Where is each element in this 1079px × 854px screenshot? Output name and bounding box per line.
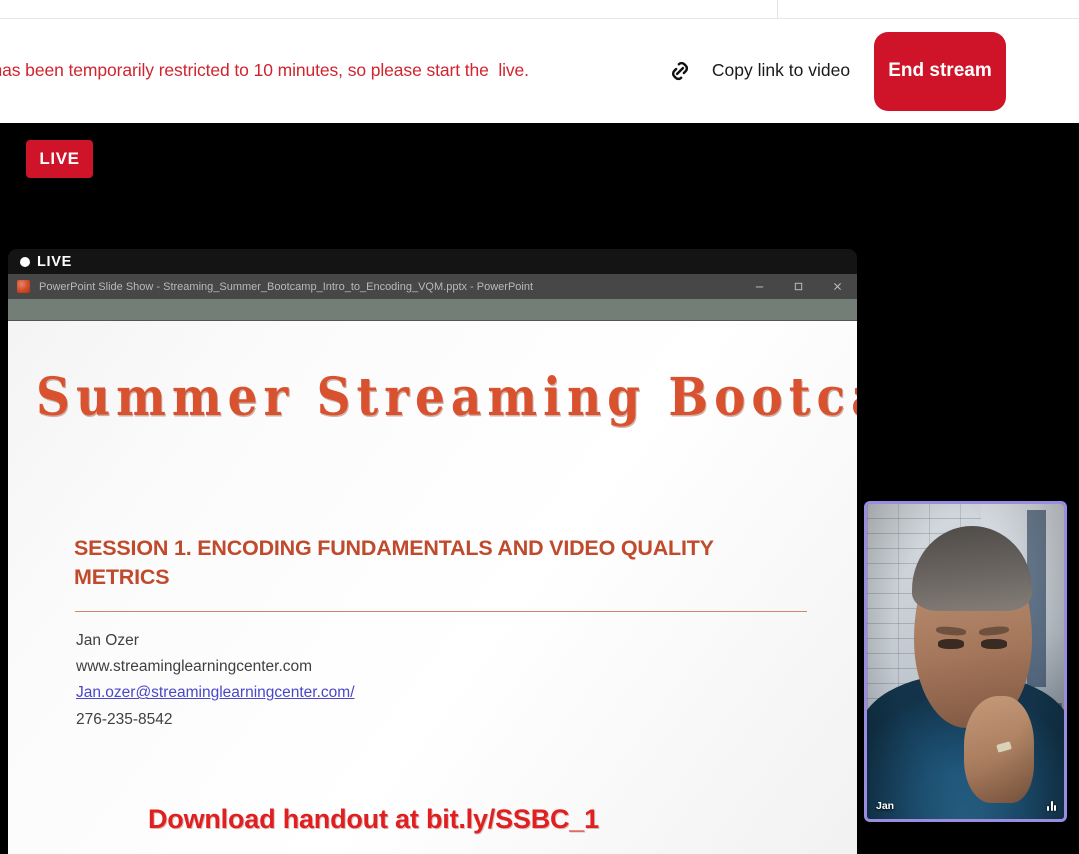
clipped-row-divider	[777, 0, 778, 19]
participant-video-tile[interactable]: Jan	[864, 501, 1067, 822]
slide-divider-rule	[75, 611, 807, 612]
minimize-icon[interactable]	[740, 274, 779, 299]
live-status-badge: LIVE	[26, 140, 93, 178]
participant-name-label: Jan	[876, 800, 895, 812]
live-dot-icon	[20, 256, 30, 267]
shared-screen-live-indicator: LIVE	[8, 249, 857, 274]
restore-icon[interactable]	[779, 274, 818, 299]
copy-link-to-video-button[interactable]: Copy link to video	[666, 57, 858, 85]
link-icon	[666, 57, 694, 85]
presentation-slide: Summer Streaming Bootcamp SESSION 1. ENC…	[8, 321, 857, 854]
slide-session-heading: SESSION 1. ENCODING FUNDAMENTALS AND VID…	[74, 536, 714, 590]
stream-restriction-notice: eam has been temporarily restricted to 1…	[0, 60, 529, 81]
window-controls	[740, 274, 857, 299]
slide-handout-callout: Download handout at bit.ly/SSBC_1	[148, 804, 599, 834]
powerpoint-icon	[17, 280, 30, 293]
close-icon[interactable]	[818, 274, 857, 299]
presenter-name: Jan Ozer	[76, 632, 139, 649]
end-stream-button[interactable]: End stream	[874, 31, 1006, 111]
copy-link-to-video-label: Copy link to video	[711, 60, 851, 81]
camera-vignette	[867, 504, 1064, 819]
slide-contact-block: Jan Ozer www.streaminglearningcenter.com…	[76, 628, 355, 733]
presenter-email-link[interactable]: Jan.ozer@streaminglearningcenter.com/	[76, 680, 355, 706]
powerpoint-ribbon-strip	[8, 299, 857, 321]
presenter-phone: 276-235-8542	[76, 710, 173, 728]
presenter-website: www.streaminglearningcenter.com	[76, 658, 313, 676]
stream-notice-bar: eam has been temporarily restricted to 1…	[0, 19, 1079, 123]
shared-screen-tile[interactable]: LIVE PowerPoint Slide Show - Streaming_S…	[8, 249, 857, 854]
powerpoint-title-bar: PowerPoint Slide Show - Streaming_Summer…	[8, 274, 857, 299]
slide-title: Summer Streaming Bootcamp	[36, 367, 857, 429]
shared-screen-live-label: LIVE	[37, 253, 73, 270]
video-stage: LIVE LIVE PowerPoint Slide Show - Stream…	[0, 123, 1079, 854]
powerpoint-window: PowerPoint Slide Show - Streaming_Summer…	[8, 274, 857, 854]
camera-feed	[867, 504, 1064, 819]
powerpoint-window-title: PowerPoint Slide Show - Streaming_Summer…	[39, 280, 534, 293]
live-stream-app: eam has been temporarily restricted to 1…	[0, 0, 1079, 854]
audio-level-icon	[1047, 799, 1056, 811]
clipped-top-row	[0, 0, 1079, 19]
